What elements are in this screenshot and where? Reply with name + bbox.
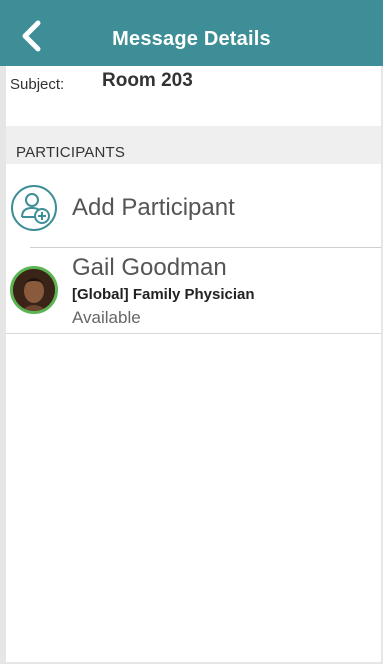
app-header: Message Details: [0, 0, 383, 66]
subject-value: Room 203: [102, 70, 193, 91]
page-title: Message Details: [112, 28, 271, 50]
participant-role: [Global] Family Physician: [72, 286, 255, 303]
section-label: PARTICIPANTS: [16, 144, 126, 161]
person-photo-icon: [13, 269, 55, 311]
divider: [6, 333, 381, 334]
participant-row[interactable]: Gail Goodman [Global] Family Physician A…: [6, 248, 381, 334]
add-user-icon: [11, 185, 57, 231]
participant-name: Gail Goodman: [72, 254, 227, 281]
add-participant-label: Add Participant: [72, 194, 235, 221]
subject-label: Subject:: [10, 76, 65, 93]
avatar: [10, 266, 58, 314]
add-participant-button[interactable]: Add Participant: [6, 164, 381, 248]
participants-section-header: PARTICIPANTS: [6, 126, 381, 164]
subject-row: Subject: Room 203: [10, 66, 376, 106]
participant-status: Available: [72, 308, 141, 327]
